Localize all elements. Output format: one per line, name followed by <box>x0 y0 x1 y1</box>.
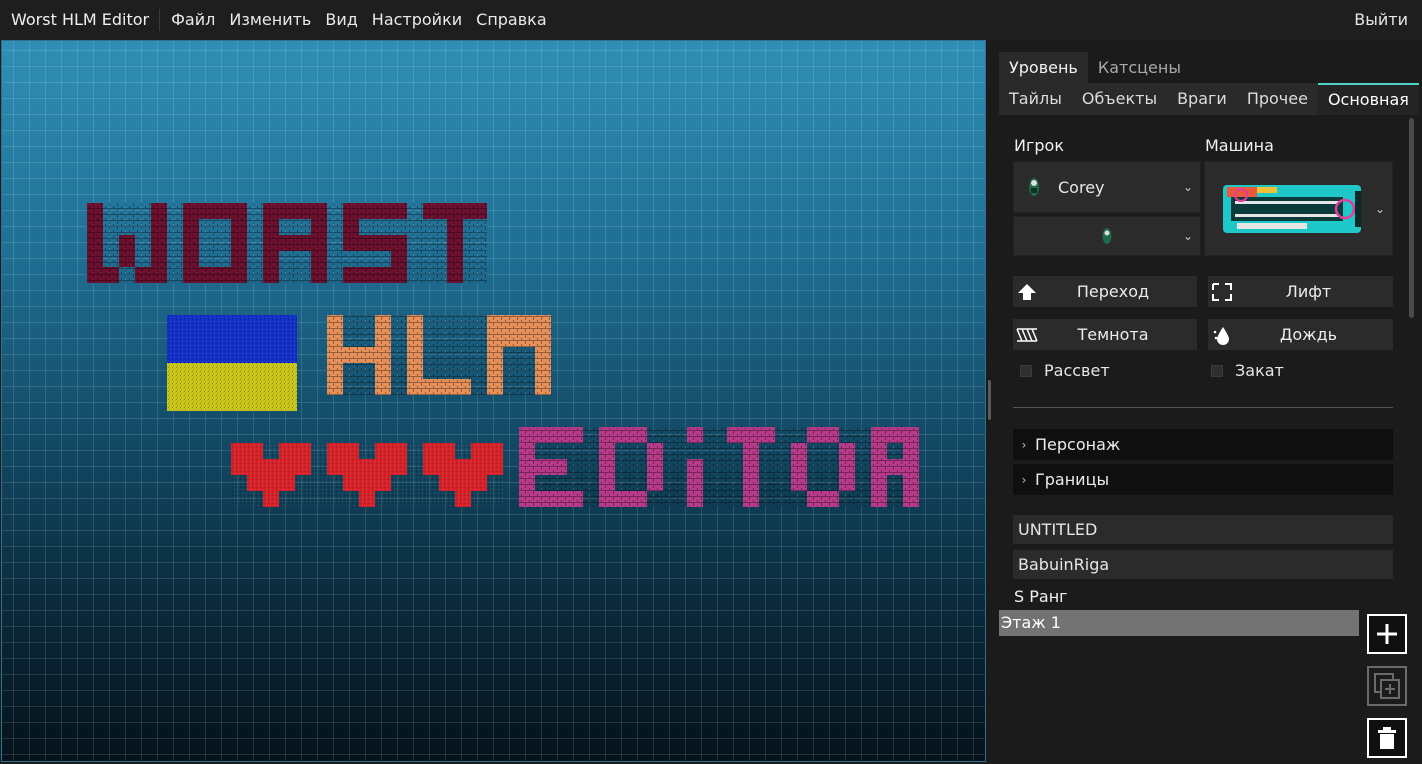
rain-button[interactable]: Дождь <box>1208 319 1393 350</box>
mask-icon <box>1102 228 1112 244</box>
section-bounds-label: Границы <box>1035 470 1110 489</box>
tab-other[interactable]: Прочее <box>1237 83 1318 115</box>
flag-ukraine <box>167 315 297 411</box>
player-variant-select[interactable]: ⌄ <box>1013 216 1201 256</box>
dawn-label: Рассвет <box>1044 361 1110 380</box>
sunset-checkbox-box[interactable] <box>1211 364 1223 377</box>
section-character[interactable]: › Персонаж <box>1013 429 1393 460</box>
rain-drop-icon <box>1208 319 1236 350</box>
chevron-right-icon: › <box>1021 472 1027 487</box>
rank-label: S Ранг <box>1014 587 1068 606</box>
sub-tabs: Тайлы Объекты Враги Прочее Основная <box>999 83 1419 115</box>
floor-list: Этаж 1 <box>999 610 1359 760</box>
divider <box>1013 407 1393 408</box>
dawn-checkbox[interactable]: Рассвет <box>1020 361 1110 380</box>
menu-view[interactable]: Вид <box>318 0 364 40</box>
player-select[interactable]: Corey ⌄ <box>1013 161 1201 213</box>
menu-bar: Worst HLM Editor Файл Изменить Вид Настр… <box>0 0 1422 40</box>
lift-button[interactable]: Лифт <box>1208 276 1393 307</box>
author-field[interactable]: BabuinRiga <box>1013 550 1393 581</box>
lift-label: Лифт <box>1285 282 1332 301</box>
menu-edit[interactable]: Изменить <box>222 0 318 40</box>
elevator-icon <box>1208 276 1236 307</box>
sunset-label: Закат <box>1235 361 1284 380</box>
level-name-field[interactable]: UNTITLED <box>1013 515 1393 546</box>
darkness-icon <box>1013 319 1041 350</box>
arrow-up-icon <box>1013 276 1041 307</box>
level-tiles <box>87 203 919 507</box>
transition-button[interactable]: Переход <box>1013 276 1197 307</box>
app-title: Worst HLM Editor <box>11 10 150 29</box>
menu-help[interactable]: Справка <box>469 0 554 40</box>
corey-icon <box>1029 178 1039 196</box>
plus-icon <box>1367 614 1407 654</box>
car-icon <box>1223 184 1361 233</box>
tab-enemies[interactable]: Враги <box>1167 83 1237 115</box>
menu-separator <box>159 9 161 31</box>
tab-objects[interactable]: Объекты <box>1072 83 1167 115</box>
trash-icon <box>1367 718 1407 758</box>
level-canvas[interactable] <box>1 40 986 762</box>
chevron-down-icon: ⌄ <box>1374 201 1386 216</box>
tab-cutscenes[interactable]: Катсцены <box>1088 52 1191 83</box>
menu-file[interactable]: Файл <box>164 0 222 40</box>
car-select[interactable]: ⌄ <box>1204 161 1393 256</box>
menu-settings[interactable]: Настройки <box>365 0 469 40</box>
rain-label: Дождь <box>1279 325 1338 344</box>
duplicate-icon <box>1367 666 1407 706</box>
player-label: Игрок <box>1014 136 1064 155</box>
add-floor-button[interactable] <box>1367 614 1407 654</box>
darkness-button[interactable]: Темнота <box>1013 319 1197 350</box>
chevron-down-icon: ⌄ <box>1182 229 1194 243</box>
duplicate-floor-button[interactable] <box>1367 666 1407 706</box>
car-label: Машина <box>1205 136 1274 155</box>
tab-level[interactable]: Уровень <box>999 52 1088 83</box>
panel-splitter[interactable] <box>988 380 991 420</box>
tab-main[interactable]: Основная <box>1317 83 1419 115</box>
properties-panel: Уровень Катсцены Тайлы Объекты Враги Про… <box>992 40 1422 764</box>
darkness-label: Темнота <box>1077 325 1149 344</box>
main-tabs: Уровень Катсцены <box>999 52 1191 83</box>
transition-label: Переход <box>1076 282 1150 301</box>
sunset-checkbox[interactable]: Закат <box>1211 361 1284 380</box>
section-bounds[interactable]: › Границы <box>1013 464 1393 495</box>
chevron-down-icon: ⌄ <box>1182 180 1194 194</box>
delete-floor-button[interactable] <box>1367 718 1407 758</box>
exit-button[interactable]: Выйти <box>1354 0 1408 40</box>
player-value: Corey <box>1058 177 1105 197</box>
dawn-checkbox-box[interactable] <box>1020 364 1032 377</box>
chevron-right-icon: › <box>1021 437 1027 452</box>
panel-scrollbar[interactable] <box>1409 118 1414 318</box>
tab-tiles[interactable]: Тайлы <box>999 83 1072 115</box>
floor-item[interactable]: Этаж 1 <box>999 610 1359 636</box>
section-character-label: Персонаж <box>1035 435 1121 454</box>
